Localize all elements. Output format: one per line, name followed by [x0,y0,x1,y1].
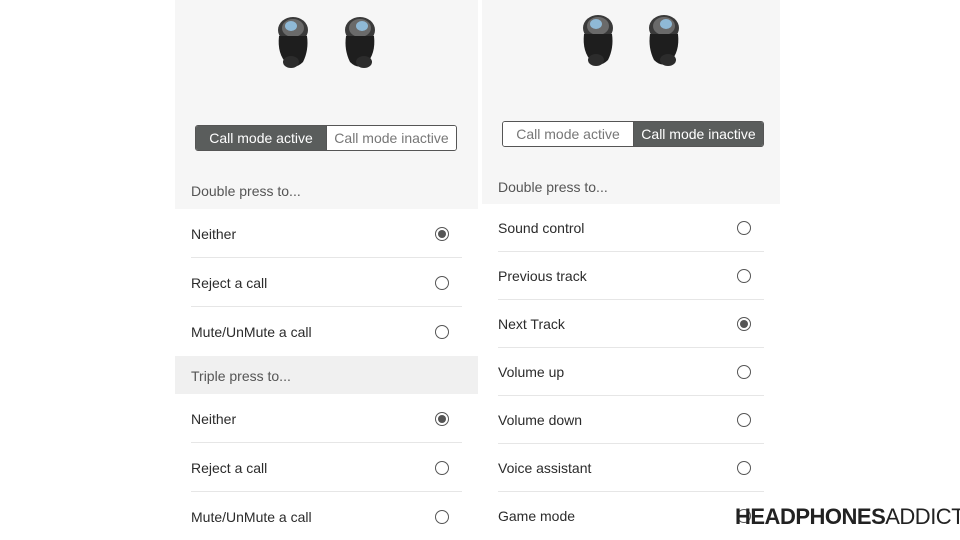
list-item[interactable]: Volume up [482,348,780,396]
triple-press-options: Neither Reject a call Mute/UnMute a call [175,394,478,540]
list-item[interactable]: Next Track [482,300,780,348]
radio-button[interactable] [737,269,751,283]
double-press-title: Double press to... [498,179,608,195]
option-label: Neither [191,410,237,427]
option-label: Reject a call [191,459,268,476]
double-press-options: Sound control Previous track Next Track … [482,204,780,540]
list-item[interactable]: Reject a call [175,258,478,307]
watermark-strong: HEADPHONES [735,504,886,529]
option-label: Reject a call [191,274,268,291]
radio-button[interactable] [737,413,751,427]
right-earbud-icon [644,12,684,68]
radio-button[interactable] [737,221,751,235]
option-label: Voice assistant [498,460,592,476]
option-label: Previous track [498,268,587,284]
list-item[interactable]: Mute/UnMute a call [175,307,478,356]
right-settings-panel: Call mode active Call mode inactive Doub… [482,0,780,540]
list-item[interactable]: Neither [175,209,478,258]
double-press-options: Neither Reject a call Mute/UnMute a call [175,209,478,356]
call-mode-inactive-button[interactable]: Call mode inactive [633,122,763,146]
option-label: Volume up [498,364,565,380]
option-label: Sound control [498,220,585,236]
call-mode-active-button[interactable]: Call mode active [196,126,326,150]
radio-button[interactable] [737,365,751,379]
list-item[interactable]: Voice assistant [482,444,780,492]
list-item[interactable]: Reject a call [175,443,478,492]
list-item[interactable]: Neither [175,394,478,443]
option-label: Mute/UnMute a call [191,323,312,340]
triple-press-title: Triple press to... [191,368,291,384]
headphonesaddict-watermark: HEADPHONESADDICT [735,504,960,530]
option-label: Next Track [498,316,565,332]
option-label: Mute/UnMute a call [191,508,312,525]
watermark-light: ADDICT [885,504,960,529]
list-item[interactable]: Previous track [482,252,780,300]
option-label: Game mode [498,508,576,524]
radio-button[interactable] [737,461,751,475]
call-mode-toggle[interactable]: Call mode active Call mode inactive [195,125,457,151]
radio-button[interactable] [435,460,449,475]
radio-button[interactable] [435,509,449,524]
left-earbud-icon [578,12,618,68]
radio-button[interactable] [435,275,449,290]
option-label: Neither [191,225,237,242]
left-settings-panel: Call mode active Call mode inactive Doub… [175,0,478,540]
radio-button[interactable] [737,317,751,331]
option-label: Volume down [498,412,583,428]
double-press-title: Double press to... [191,183,301,199]
right-earbud-icon [340,14,380,70]
radio-button[interactable] [435,226,449,241]
call-mode-toggle[interactable]: Call mode active Call mode inactive [502,121,764,147]
left-earbud-icon [273,14,313,70]
list-item[interactable]: Sound control [482,204,780,252]
call-mode-inactive-button[interactable]: Call mode inactive [326,126,456,150]
radio-button[interactable] [435,324,449,339]
list-item[interactable]: Mute/UnMute a call [175,492,478,540]
radio-button[interactable] [435,411,449,426]
call-mode-active-button[interactable]: Call mode active [503,122,633,146]
list-item[interactable]: Volume down [482,396,780,444]
